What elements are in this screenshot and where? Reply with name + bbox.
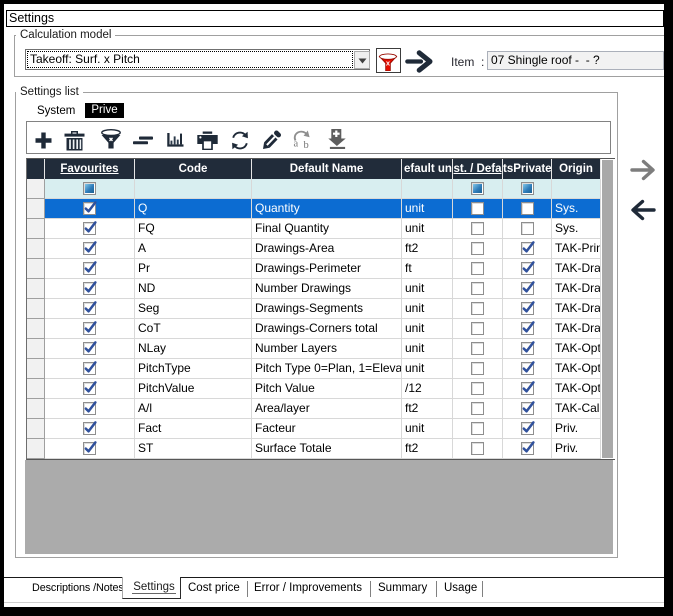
svg-text:a: a bbox=[294, 139, 299, 149]
svg-text:b: b bbox=[304, 140, 309, 148]
